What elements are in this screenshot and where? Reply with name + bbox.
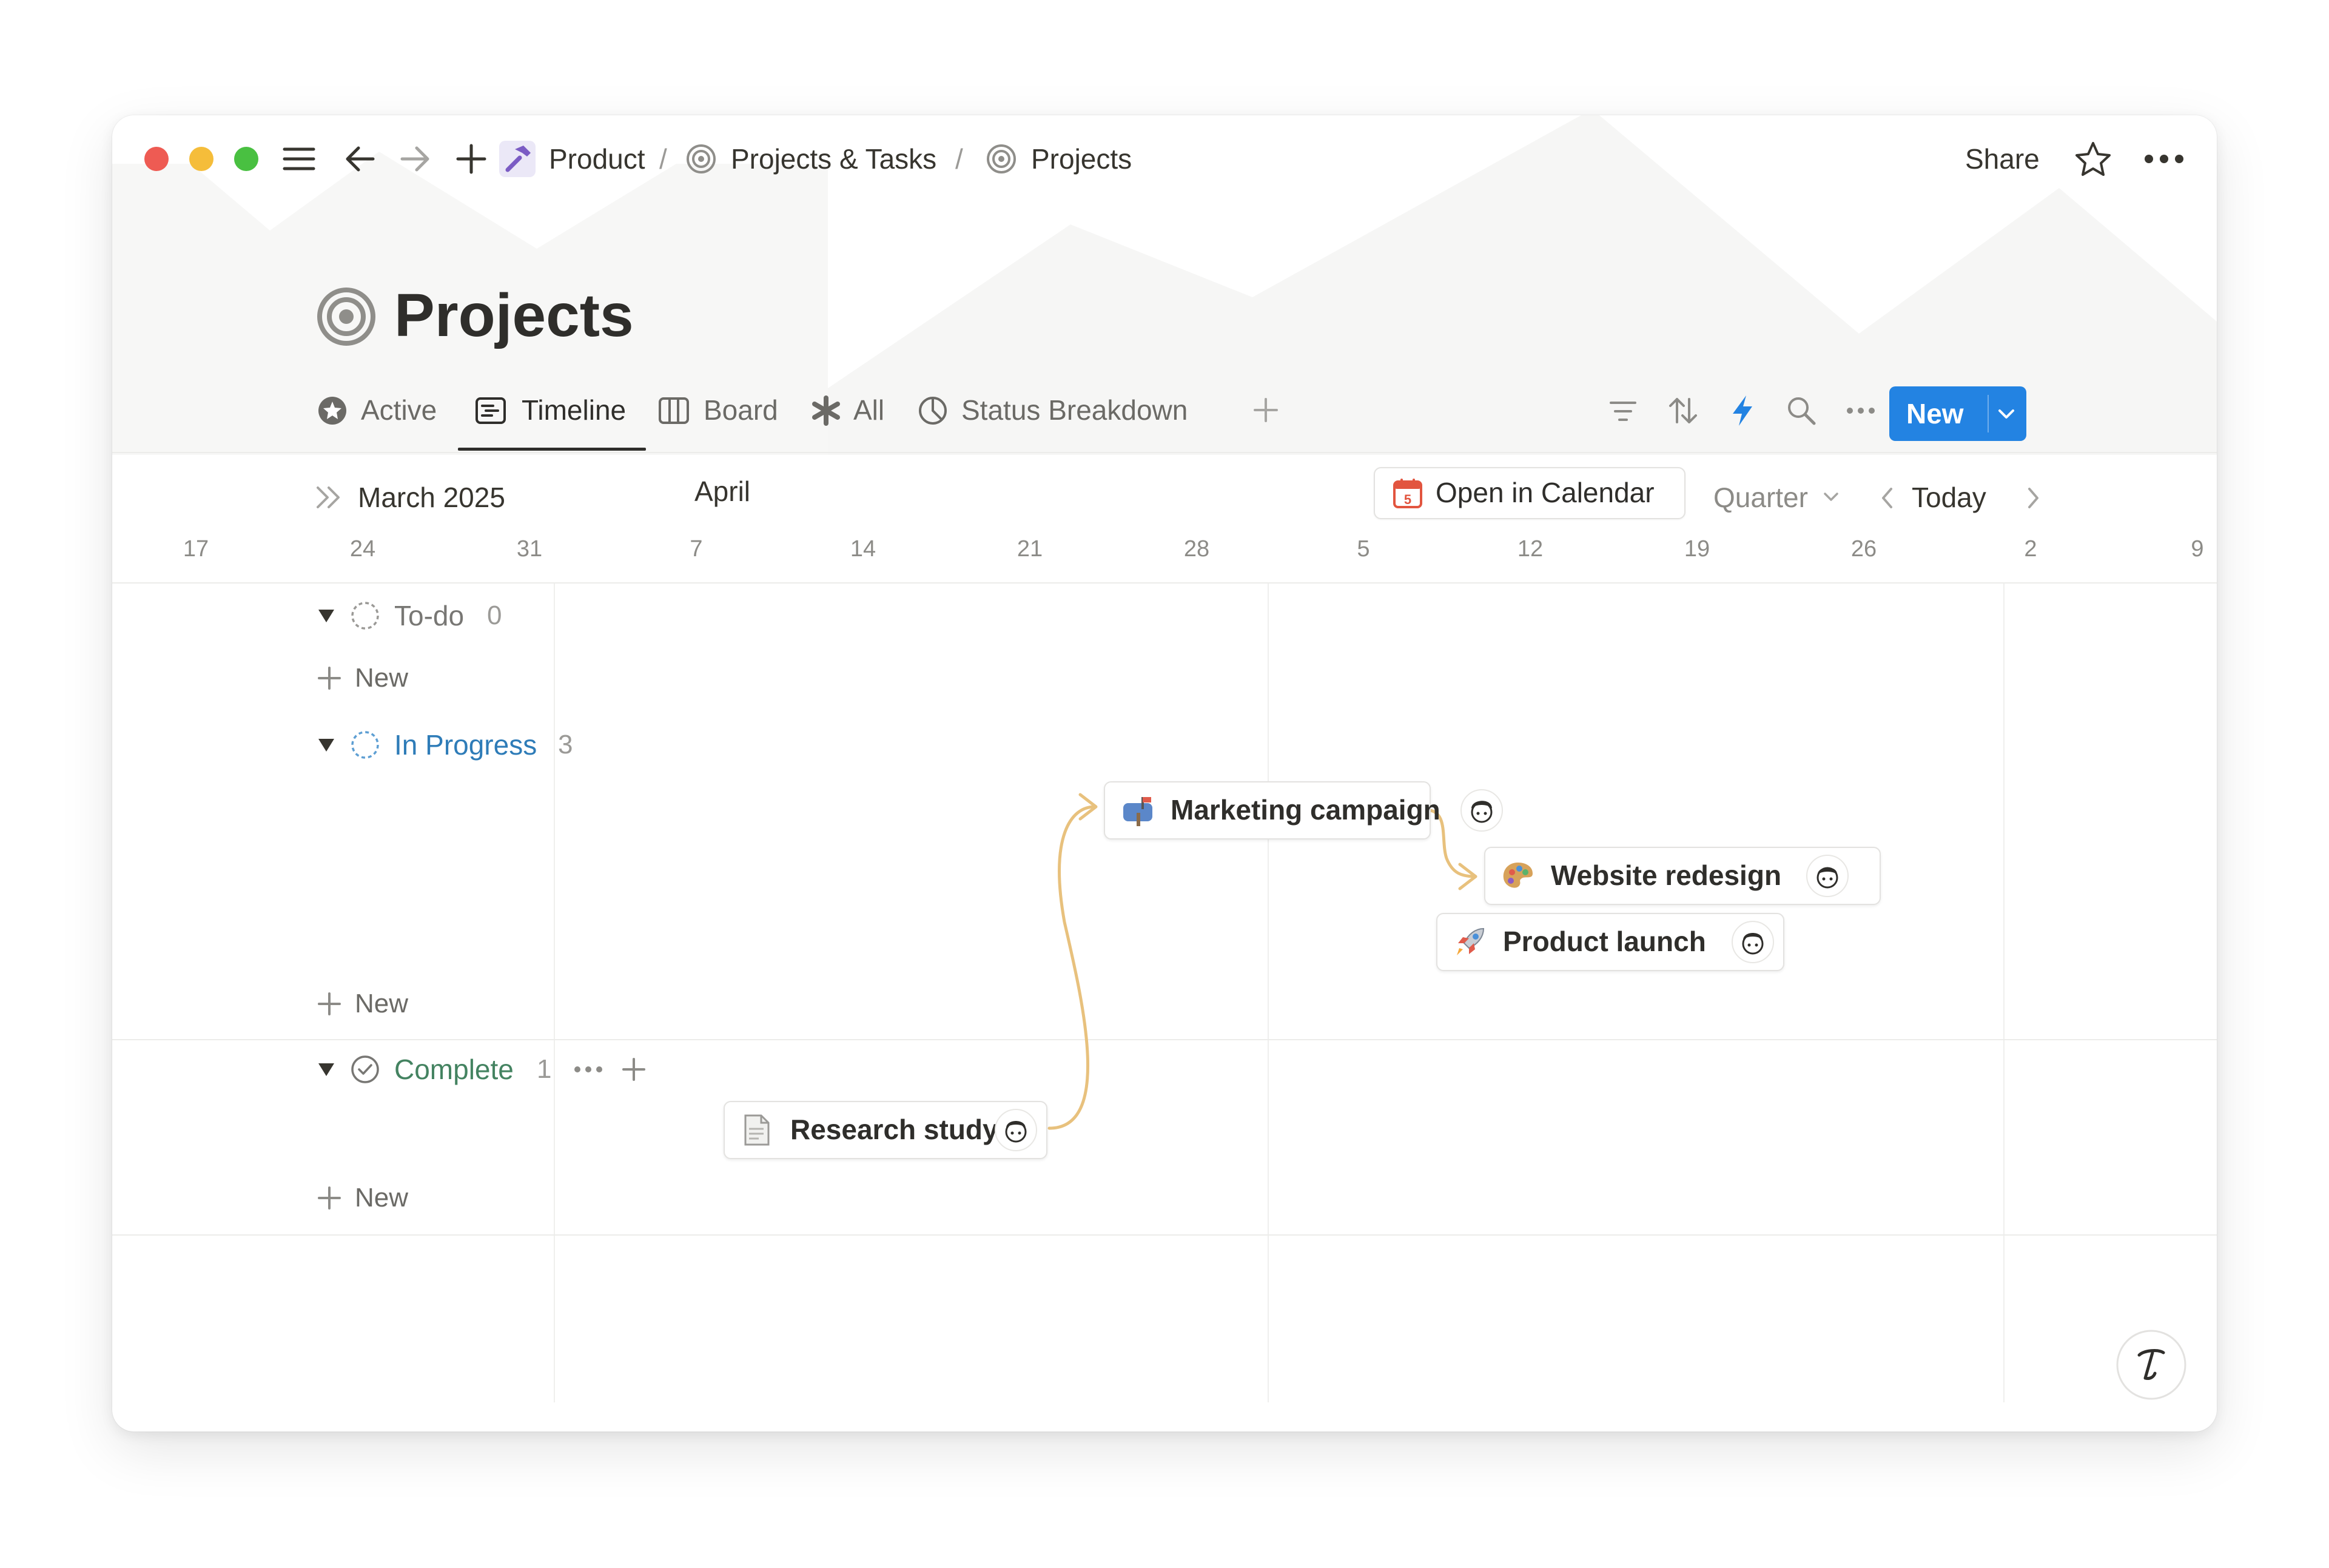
task-label: Website redesign (1551, 860, 1782, 891)
document-icon (744, 1114, 770, 1146)
avatar (1732, 921, 1774, 963)
dependency-connectors (1047, 793, 1477, 1130)
task-label: Product launch (1503, 926, 1706, 957)
mailbox-icon (1123, 797, 1152, 826)
rocket-icon (1457, 927, 1485, 955)
task-label: Marketing campaign (1171, 794, 1440, 826)
palette-icon (1503, 863, 1533, 888)
avatar (1806, 855, 1849, 897)
app-window: Product / Projects & Tasks / Projects Sh… (112, 115, 2217, 1432)
task-label: Research study (790, 1114, 998, 1145)
task-marketing-campaign[interactable]: Marketing campaign (1104, 781, 1440, 840)
avatar (995, 1109, 1037, 1151)
avatar (1460, 789, 1503, 832)
ai-assistant-button[interactable] (2115, 1328, 2188, 1401)
